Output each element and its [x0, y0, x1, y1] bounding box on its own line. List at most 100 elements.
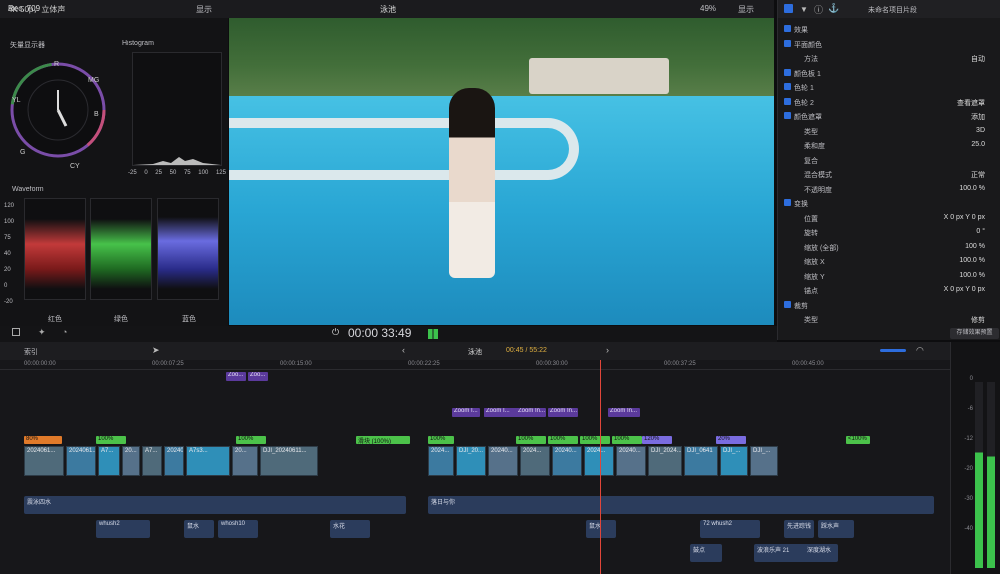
audio-clip[interactable]: 鼓点 [690, 544, 722, 562]
speed-label[interactable]: 100% [428, 436, 454, 444]
speed-label[interactable]: 100% [96, 436, 126, 444]
video-clip[interactable]: 20240... [552, 446, 582, 476]
speed-label[interactable]: 120% [642, 436, 672, 444]
title-clip[interactable]: Zoom In... [516, 408, 546, 417]
inspector-row[interactable]: 裁剪 [778, 298, 1000, 312]
title-clip[interactable]: Zoom I... [484, 408, 512, 417]
checkbox[interactable] [784, 300, 791, 308]
inspector-row[interactable]: 不透明度 100.0 % [778, 182, 1000, 196]
audio-clip[interactable]: 鼠水 [184, 520, 214, 538]
info-icon[interactable]: ⓘ [814, 3, 823, 16]
video-clip[interactable]: 2024... [584, 446, 614, 476]
video-clip[interactable]: DJI_2024... [648, 446, 682, 476]
audio-clip[interactable]: 72 whush2 [700, 520, 760, 538]
video-clip[interactable]: DJI_... [720, 446, 748, 476]
inspector-row[interactable]: 缩放 X 100.0 % [778, 254, 1000, 268]
title-clip[interactable]: Zoo... [226, 372, 246, 381]
video-clip[interactable]: A7s3... [186, 446, 230, 476]
play-button[interactable]: ⏻ [332, 327, 339, 338]
audio-clip[interactable]: whosh10 [218, 520, 258, 538]
video-clip[interactable]: 20240... [488, 446, 518, 476]
share-icon[interactable]: ⚓ [828, 3, 839, 14]
title-clip[interactable]: Zoo... [248, 372, 268, 381]
speed-label[interactable]: 滑块 (100%) [356, 436, 410, 444]
headphones-icon[interactable]: ◠ [916, 345, 924, 356]
speed-label[interactable]: 100% [612, 436, 642, 444]
checkbox[interactable] [784, 25, 791, 32]
color-inspector-icon[interactable]: ▼ [800, 5, 808, 14]
inspector-row[interactable]: 变换 [778, 196, 1000, 210]
zoom-menu[interactable]: 49% [700, 4, 716, 13]
inspector-row[interactable]: 色轮 2 查看遮罩 [778, 95, 1000, 109]
speed-label[interactable]: <100% [846, 436, 870, 444]
checkbox[interactable] [784, 68, 791, 76]
playhead[interactable] [600, 360, 601, 574]
checkbox[interactable] [784, 112, 791, 119]
video-clip[interactable]: 2024... [428, 446, 454, 476]
inspector-row[interactable]: 颜色板 1 [778, 66, 1000, 80]
video-clip[interactable]: DJI_0641 [684, 446, 718, 476]
back-icon[interactable]: ‹ [402, 345, 405, 355]
video-clip[interactable]: 20... [122, 446, 140, 476]
speed-label[interactable]: 20% [716, 436, 746, 444]
zoom-slider[interactable] [880, 349, 906, 352]
inspector-row[interactable]: 色轮 1 [778, 80, 1000, 94]
inspector-row[interactable]: 缩放 (全部) 100 % [778, 240, 1000, 254]
speed-label[interactable]: 80% [24, 436, 62, 444]
inspector-row[interactable]: 方法 自动 [778, 51, 1000, 65]
video-clip[interactable]: DJI_20... [456, 446, 486, 476]
checkbox[interactable] [784, 39, 791, 47]
timeline-project-menu[interactable]: 泳池 [468, 347, 482, 357]
index-button[interactable]: 索引 [24, 347, 38, 357]
inspector-row[interactable]: 位置 X 0 px Y 0 px [778, 211, 1000, 225]
title-clip[interactable]: Zoom In... [548, 408, 578, 417]
title-clip[interactable]: Zoom I... [452, 408, 480, 417]
video-clip[interactable]: 20240... [616, 446, 646, 476]
video-inspector-icon[interactable] [784, 4, 793, 13]
video-clip[interactable]: A7... [142, 446, 162, 476]
audio-clip[interactable]: 落日与你 [428, 496, 934, 514]
inspector-row[interactable]: 缩放 Y 100.0 % [778, 269, 1000, 283]
video-clip[interactable]: 2024... [520, 446, 550, 476]
audio-clip[interactable]: 震泳四水 [24, 496, 406, 514]
speed-label[interactable]: 100% [516, 436, 546, 444]
inspector-row[interactable]: 旋转 0 ° [778, 225, 1000, 239]
viewer-display-menu[interactable]: 显示 [738, 4, 754, 15]
checkbox[interactable] [784, 83, 791, 90]
wand-icon[interactable]: ✦ [38, 327, 46, 338]
speed-label[interactable]: 100% [236, 436, 266, 444]
video-clip[interactable]: 2024061_C... [164, 446, 184, 476]
arrow-tool-icon[interactable]: ➤ [152, 345, 160, 356]
save-preset-button[interactable]: 存储效果预置 [950, 328, 999, 339]
inspector-row[interactable]: 类型 3D [778, 124, 1000, 138]
forward-icon[interactable]: › [606, 345, 609, 355]
video-clip[interactable]: A7... [98, 446, 120, 476]
speed-icon[interactable]: ◔ [62, 327, 67, 337]
inspector-row[interactable]: 平面颜色 [778, 37, 1000, 51]
checkbox[interactable] [784, 199, 791, 206]
video-clip[interactable]: 2024061... [24, 446, 64, 476]
inspector-row[interactable]: 锚点 X 0 px Y 0 px [778, 283, 1000, 297]
inspector-row[interactable]: 效果 [778, 22, 1000, 36]
inspector-row[interactable]: 颜色遮罩 添加 [778, 109, 1000, 123]
audio-clip[interactable]: 水花 [330, 520, 370, 538]
audio-clip[interactable]: 踩水声 [818, 520, 854, 538]
video-clip[interactable]: DJI_20240611... [260, 446, 318, 476]
title-clip[interactable]: Zoom In... [608, 408, 640, 417]
video-clip[interactable]: 20... [232, 446, 258, 476]
speed-label[interactable]: 100% [548, 436, 578, 444]
inspector-row[interactable]: 混合模式 正常 [778, 167, 1000, 181]
video-clip[interactable]: DJI_... [750, 446, 778, 476]
crop-icon[interactable] [12, 328, 20, 336]
inspector-row[interactable]: 复合 [778, 153, 1000, 167]
audio-clip[interactable]: 深度湖水 [804, 544, 838, 562]
checkbox[interactable] [784, 97, 791, 105]
scopes-display-menu[interactable]: 显示 [196, 4, 212, 15]
speed-label[interactable]: 100% [580, 436, 610, 444]
inspector-row[interactable]: 类型 修剪 [778, 312, 1000, 326]
video-clip[interactable]: 2024061... [66, 446, 96, 476]
audio-clip[interactable]: whush2 [96, 520, 150, 538]
audio-clip[interactable]: 鼠水 [586, 520, 616, 538]
audio-clip[interactable]: 先进踪钱 [784, 520, 814, 538]
inspector-row[interactable]: 柔和度 25.0 [778, 138, 1000, 152]
